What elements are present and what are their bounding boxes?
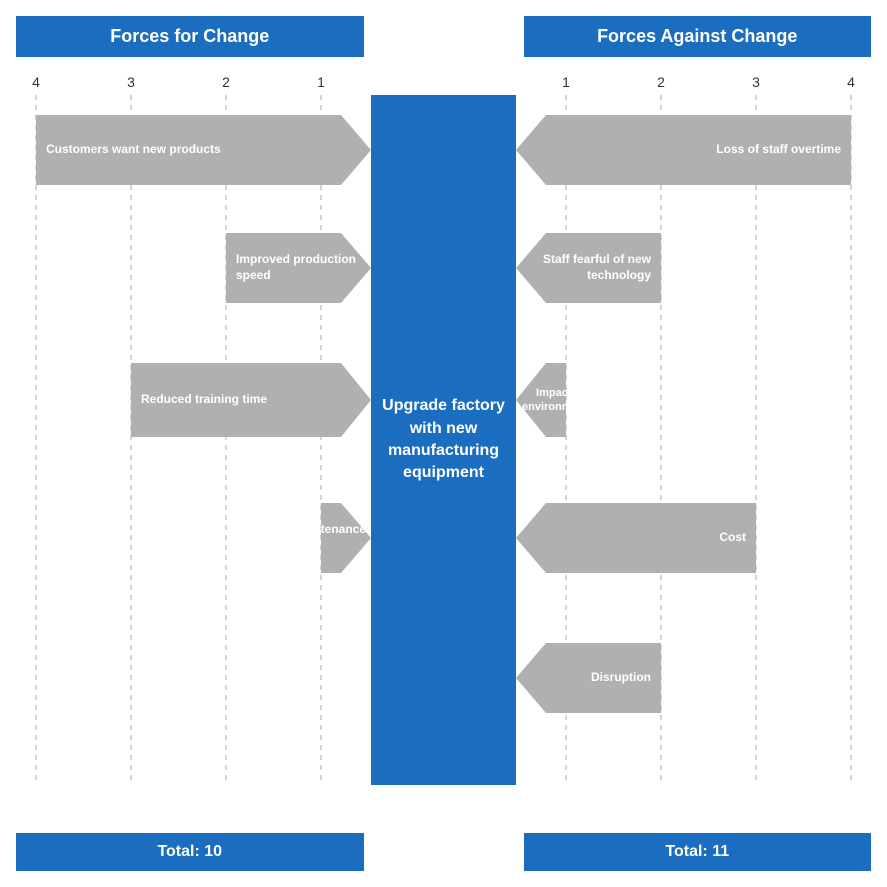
arrow-left-2-label-fo: Improved production speed <box>226 233 371 303</box>
center-label-text: Upgrade factory with new manufacturing e… <box>381 395 506 485</box>
footer-row: Total: 10 Total: 11 <box>16 833 871 871</box>
arrow-right-3-label-fo: Impact on environment <box>516 363 596 437</box>
right-scale-1: 1 <box>562 74 570 90</box>
left-scale-1: 1 <box>317 74 325 90</box>
left-scale-2: 2 <box>222 74 230 90</box>
arrow-left-2-label: Improved production speed <box>236 252 371 283</box>
right-total: Total: 11 <box>524 833 872 871</box>
arrow-right-5-label-fo: Disruption <box>516 643 661 713</box>
svg-wrapper: 4 3 2 1 1 2 3 4 Upgrade <box>16 65 871 825</box>
arrow-right-4-label: Cost <box>719 530 746 546</box>
header-row: Forces for Change Forces Against Change <box>16 16 871 57</box>
arrow-left-1-label: Customers want new products <box>46 142 221 158</box>
diagram-container: Forces for Change Forces Against Change … <box>0 0 887 887</box>
arrow-right-1-label-fo: Loss of staff overtime <box>546 115 851 185</box>
left-total: Total: 10 <box>16 833 364 871</box>
right-header: Forces Against Change <box>524 16 872 57</box>
right-scale-4: 4 <box>847 74 855 90</box>
arrow-right-4-label-fo: Cost <box>516 503 756 573</box>
arrow-left-3-label: Reduced training time <box>141 392 267 408</box>
arrow-right-2-label-fo: Staff fearful of new technology <box>516 233 661 303</box>
arrow-right-2-label: Staff fearful of new technology <box>516 252 651 283</box>
left-header: Forces for Change <box>16 16 364 57</box>
left-scale-3: 3 <box>127 74 135 90</box>
left-scale-4: 4 <box>32 74 40 90</box>
arrow-right-1-label: Loss of staff overtime <box>716 142 841 158</box>
arrow-right-5-label: Disruption <box>591 670 651 686</box>
arrow-left-4-label-outside-fo <box>176 503 316 573</box>
right-scale-2: 2 <box>657 74 665 90</box>
main-svg: 4 3 2 1 1 2 3 4 Upgrade <box>16 65 871 815</box>
arrow-left-3-label-fo: Reduced training time <box>131 363 341 437</box>
arrow-left-1-label-fo: Customers want new products <box>36 115 341 185</box>
right-scale-3: 3 <box>752 74 760 90</box>
center-label-fo: Upgrade factory with new manufacturing e… <box>371 95 516 785</box>
arrow-right-3-label: Impact on environment <box>516 386 588 415</box>
footer-gap <box>374 833 514 871</box>
header-gap <box>374 16 514 57</box>
